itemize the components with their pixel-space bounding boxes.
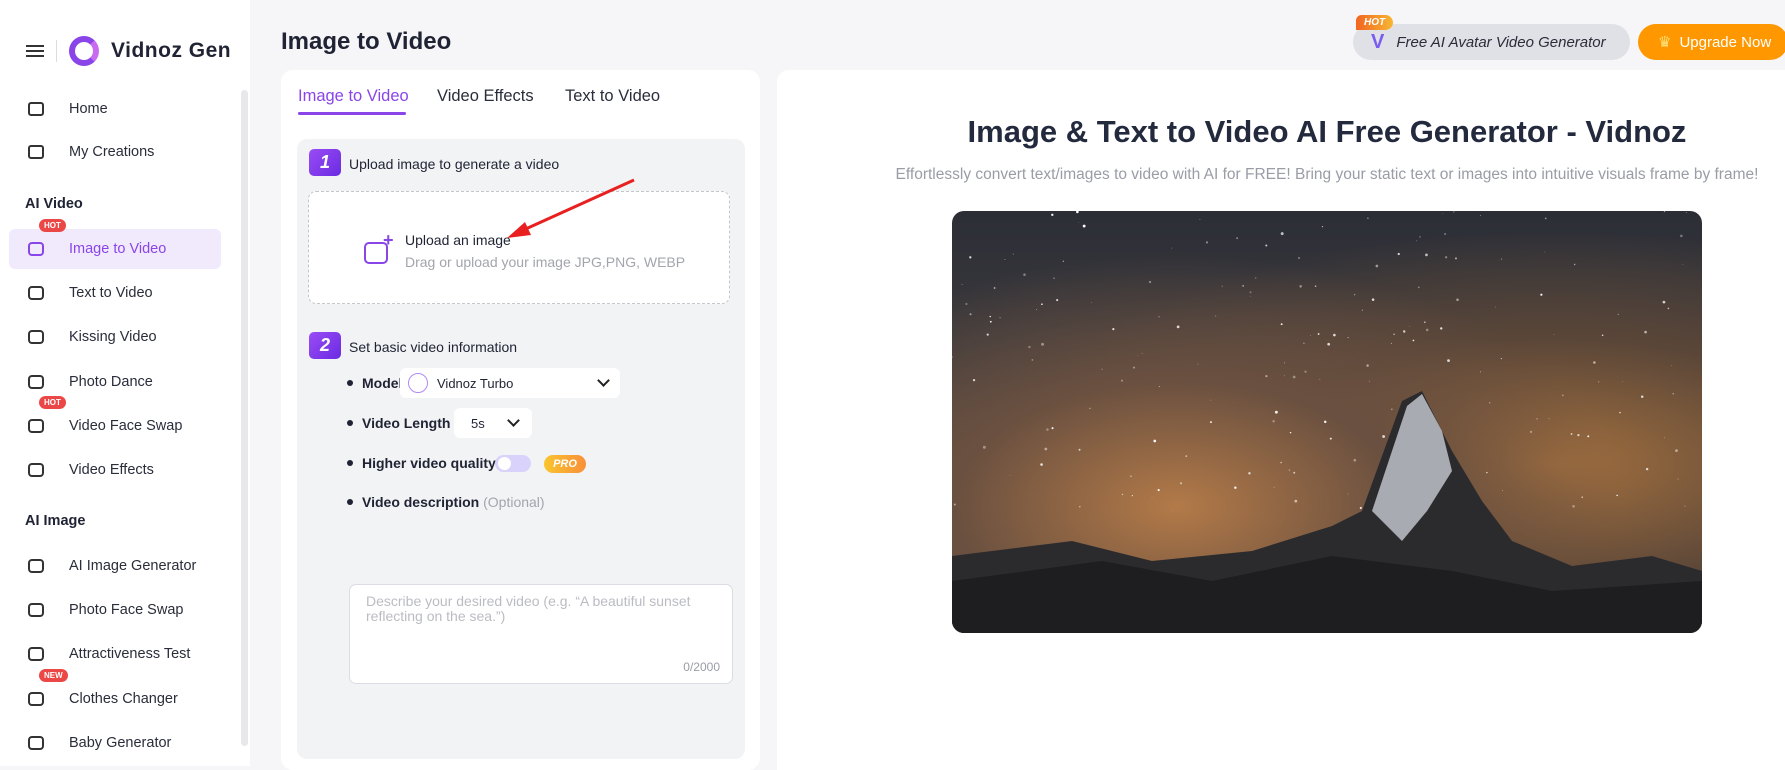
main-heading: Image & Text to Video AI Free Generator … [967,114,1687,149]
tab-text-to-video[interactable]: Text to Video [565,87,660,106]
sidebar-item-ai-image-generator[interactable]: AI Image Generator [9,546,221,586]
active-tab-indicator [298,112,406,115]
avatar-generator-promo-button[interactable]: V Free AI Avatar Video Generator [1353,24,1630,60]
quality-label: Higher video quality [347,455,496,471]
description-label: Video description (Optional) [347,494,545,510]
sidebar-item-photo-face-swap[interactable]: Photo Face Swap [9,590,221,630]
sample-video-preview[interactable] [952,211,1702,633]
hot-badge: HOT [39,395,66,409]
model-select[interactable]: Vidnoz Turbo [400,368,620,398]
baby-icon [26,733,46,753]
sidebar-item-attractiveness-test[interactable]: Attractiveness Test [9,634,221,674]
vidnoz-logo-icon [69,36,99,66]
sidebar-item-kissing-video[interactable]: Kissing Video [9,317,221,357]
sidebar-item-my-creations[interactable]: My Creations [9,132,221,172]
sidebar: Vidnoz Gen Home My Creations AI Video Image… [0,0,250,766]
sparkles-icon [26,556,46,576]
sidebar-section-title: AI Image [25,513,86,529]
image-video-icon [26,239,46,259]
sidebar-item-video-face-swap[interactable]: Video Face Swap HOT [9,395,221,446]
face-swap-icon [26,416,46,436]
sidebar-scrollbar[interactable] [241,90,248,746]
sidebar-section-title: AI Video [25,196,83,212]
sidebar-item-photo-dance[interactable]: Photo Dance [9,362,221,402]
dance-icon [26,372,46,392]
step-1-badge: 1 [309,149,341,176]
shirt-icon [26,689,46,709]
vidnoz-v-icon: V [1371,30,1385,53]
vidnoz-turbo-icon [408,373,428,393]
video-length-select[interactable]: 5s [454,408,532,438]
step-2-title: Set basic video information [349,339,518,355]
page-title: Image to Video [281,28,452,55]
mountain-night-sky-image [952,211,1702,633]
main-subheading: Effortlessly convert text/images to vide… [895,166,1759,183]
hearts-icon [26,327,46,347]
sparkle-play-icon [26,460,46,480]
step-1-title: Upload image to generate a video [349,156,560,172]
preview-panel: Image & Text to Video AI Free Generator … [777,70,1785,770]
hot-badge: HOT [39,219,66,232]
step-2-badge: 2 [309,332,341,359]
sidebar-item-image-to-video[interactable]: Image to Video HOT [9,219,221,269]
sidebar-item-baby-generator[interactable]: Baby Generator [9,723,221,763]
upload-title: Upload an image [405,232,511,248]
upload-hint: Drag or upload your image JPG,PNG, WEBP [405,254,686,270]
upgrade-button[interactable]: ♛ Upgrade Now [1638,24,1785,60]
hot-badge: HOT [1356,15,1394,30]
annotation-arrow [507,178,635,238]
tab-image-to-video[interactable]: Image to Video [298,87,409,106]
sidebar-item-video-effects[interactable]: Video Effects [9,450,221,490]
settings-box: 1 Upload image to generate a video + Upl… [297,139,745,759]
video-length-label: Video Length [347,415,450,431]
archive-icon [26,142,46,162]
new-badge: NEW [39,668,68,682]
sidebar-item-clothes-changer[interactable]: Clothes Changer NEW [9,668,221,719]
char-count: 0/2000 [683,660,720,674]
sidebar-item-home[interactable]: Home [9,89,221,129]
chevron-down-icon [507,414,520,427]
tab-video-effects[interactable]: Video Effects [437,87,534,106]
brand-name: Vidnoz Gen [111,39,232,62]
pro-badge: PRO [544,455,586,473]
sidebar-item-text-to-video[interactable]: Text to Video [9,273,221,313]
face-icon [26,600,46,620]
menu-icon[interactable] [26,45,44,57]
chevron-down-icon [597,374,610,387]
face-scan-icon [26,644,46,664]
quality-toggle[interactable] [495,455,531,472]
upload-dropzone[interactable]: + Upload an image Drag or upload your im… [308,178,730,304]
text-video-icon [26,283,46,303]
logo[interactable]: Vidnoz Gen [26,36,231,66]
home-icon [26,99,46,119]
crown-icon: ♛ [1658,34,1672,51]
description-textarea[interactable]: Describe your desired video (e.g. “A bea… [349,584,733,684]
